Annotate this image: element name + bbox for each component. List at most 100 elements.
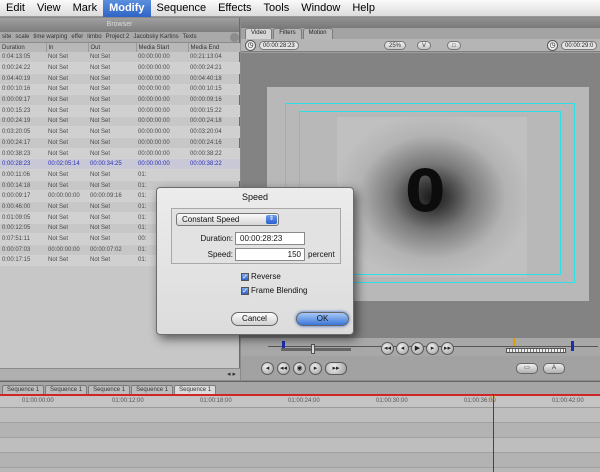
table-cell: 00:00:00:00 [136, 105, 188, 117]
overlay-popup[interactable]: □ [447, 41, 461, 50]
column-header[interactable]: Media End [188, 43, 241, 52]
generator-button[interactable]: A [543, 363, 565, 374]
timeline-track[interactable] [0, 408, 600, 423]
shuttle-slider-thumb[interactable] [311, 344, 315, 354]
table-row[interactable]: 0:00:24:22 Not Set Not Set 00:00:00:00 00:00… [0, 62, 240, 74]
table-cell: Not Set [88, 201, 136, 213]
speed-field[interactable]: 150 [235, 248, 305, 261]
table-row[interactable]: 0:00:38:23 Not Set Not Set 00:00:00:00 00:00… [0, 148, 240, 160]
table-row[interactable]: 0:00:10:16 Not Set Not Set 00:00:00:00 00:00… [0, 84, 240, 96]
clock-icon: ◷ [245, 40, 256, 51]
table-row[interactable]: 0:00:24:17 Not Set Not Set 00:00:00:00 00:00… [0, 137, 240, 149]
view-popup[interactable]: V [417, 41, 432, 50]
browser-tab[interactable]: effer [69, 34, 85, 40]
popup-arrows-icon: ⇕ [266, 215, 277, 224]
browser-tab[interactable]: site [0, 34, 13, 40]
timeline-track[interactable] [0, 423, 600, 438]
table-cell: Not Set [46, 201, 88, 213]
menu-effects[interactable]: Effects [212, 0, 257, 17]
browser-tab[interactable]: Project 2 [104, 34, 132, 40]
menu-window[interactable]: Window [295, 0, 346, 17]
menu-view[interactable]: View [31, 0, 67, 17]
playhead-marker[interactable] [513, 338, 515, 346]
next-edit-button[interactable]: ▸ [309, 362, 322, 375]
cancel-button[interactable]: Cancel [231, 312, 278, 326]
match-frame-button[interactable]: ▭ [516, 363, 538, 374]
play-around-button[interactable]: ▸▸ [441, 342, 454, 355]
browser-tab[interactable]: limbo [85, 34, 103, 40]
table-row[interactable]: 0:04:13:05 Not Set Not Set 00:00:00:00 00:21… [0, 52, 240, 64]
menu-help[interactable]: Help [346, 0, 381, 17]
zoom-popup[interactable]: 25% [384, 41, 407, 50]
column-header[interactable]: Media Start [136, 43, 189, 52]
table-cell: 0:00:17:15 [0, 255, 46, 267]
table-cell: Not Set [88, 255, 136, 267]
browser-scrollbar[interactable]: ◂ ▸ [0, 368, 240, 380]
tab-sequence[interactable]: Sequence 1 [131, 385, 174, 394]
table-row[interactable]: 0:00:24:19 Not Set Not Set 00:00:00:00 00:00… [0, 116, 240, 128]
menu-tools[interactable]: Tools [258, 0, 296, 17]
tab-sequence[interactable]: Sequence 1 [45, 385, 88, 394]
menu-edit[interactable]: Edit [0, 0, 31, 17]
table-row[interactable]: 0:00:11:06 Not Set Not Set 01: [0, 169, 240, 181]
duration-timecode[interactable]: 00:00:28:23 [259, 41, 299, 50]
browser-tab[interactable]: Texts [181, 34, 199, 40]
table-row[interactable]: 0:00:15:23 Not Set Not Set 00:00:00:00 00:00… [0, 105, 240, 117]
tab-motion[interactable]: Motion [302, 28, 333, 39]
menu-mark[interactable]: Mark [67, 0, 103, 17]
timeline-playhead[interactable] [493, 394, 494, 472]
step-back-button[interactable]: ◂ [396, 342, 409, 355]
reverse-label: Reverse [251, 272, 281, 281]
frame-blending-label: Frame Blending [251, 286, 308, 295]
table-cell: Not Set [46, 233, 88, 245]
playhead-marker-icon[interactable]: ▽ [489, 394, 495, 403]
reverse-checkbox[interactable]: ✓ Reverse [241, 272, 281, 281]
mark-out-button[interactable]: ▸▸ [325, 362, 347, 375]
tab-sequence[interactable]: Sequence 1 [2, 385, 45, 394]
browser-tab[interactable]: Jacobsky Kartins [131, 34, 180, 40]
mark-in-button[interactable]: ◂ [261, 362, 274, 375]
tab-video[interactable]: Video [245, 28, 273, 39]
table-row[interactable]: 0:00:09:17 Not Set Not Set 00:00:00:00 00:00… [0, 94, 240, 106]
out-marker[interactable] [571, 341, 574, 351]
table-cell: 00:00:24:21 [188, 62, 240, 74]
step-forward-button[interactable]: ▸ [426, 342, 439, 355]
timeline-track[interactable] [0, 453, 600, 468]
tab-overflow-icon[interactable] [230, 32, 239, 42]
menu-sequence[interactable]: Sequence [151, 0, 213, 17]
table-cell: Not Set [88, 169, 136, 181]
scroll-arrows-icon[interactable]: ◂ ▸ [227, 370, 236, 378]
play-in-out-button[interactable]: ◂◂ [381, 342, 394, 355]
shuttle-slider[interactable] [281, 348, 351, 351]
play-button[interactable]: ▶ [411, 342, 424, 355]
menu-modify[interactable]: Modify [103, 0, 151, 17]
table-cell: 00:00:38:22 [188, 158, 240, 171]
checkmark-icon: ✓ [241, 286, 249, 295]
tab-filters[interactable]: Filters [273, 28, 302, 39]
prev-edit-button[interactable]: ◂◂ [277, 362, 290, 375]
jog-wheel[interactable] [506, 348, 566, 353]
browser-tab[interactable]: time warping [31, 34, 69, 40]
table-row[interactable]: 0:03:20:05 Not Set Not Set 00:00:00:00 00:03… [0, 126, 240, 138]
tab-sequence[interactable]: Sequence 1 [88, 385, 131, 394]
column-header[interactable]: In [46, 43, 89, 52]
table-cell: 00:00:15:22 [188, 105, 240, 117]
speed-mode-popup[interactable]: Constant Speed ⇕ [176, 213, 279, 226]
current-timecode[interactable]: 00:00:29:0 [561, 41, 598, 50]
frame-blending-checkbox[interactable]: ✓ Frame Blending [241, 286, 307, 295]
column-header[interactable]: Out [88, 43, 137, 52]
column-header[interactable]: Duration [0, 43, 47, 52]
table-cell: Not Set [46, 212, 88, 224]
timeline-ruler[interactable]: 01:00:00:00 01:00:12:00 01:00:18:00 01:0… [0, 396, 600, 408]
table-cell: Not Set [88, 137, 136, 149]
marker-button[interactable]: ◉ [293, 362, 306, 375]
table-cell: 00:00:00:00 [46, 244, 88, 256]
ok-button[interactable]: OK [296, 312, 349, 326]
table-row[interactable]: 0:00:28:23 00:02:05:14 00:00:34:25 00:00:00… [0, 158, 240, 171]
table-cell: 00:00:07:02 [88, 244, 136, 256]
browser-tab[interactable]: scale [13, 34, 31, 40]
timeline-track[interactable] [0, 438, 600, 453]
duration-field[interactable]: 00:00:28:23 [235, 232, 305, 245]
tab-sequence-active[interactable]: Sequence 1 [174, 385, 217, 394]
table-row[interactable]: 0:04:40:19 Not Set Not Set 00:00:00:00 00:04… [0, 73, 240, 85]
